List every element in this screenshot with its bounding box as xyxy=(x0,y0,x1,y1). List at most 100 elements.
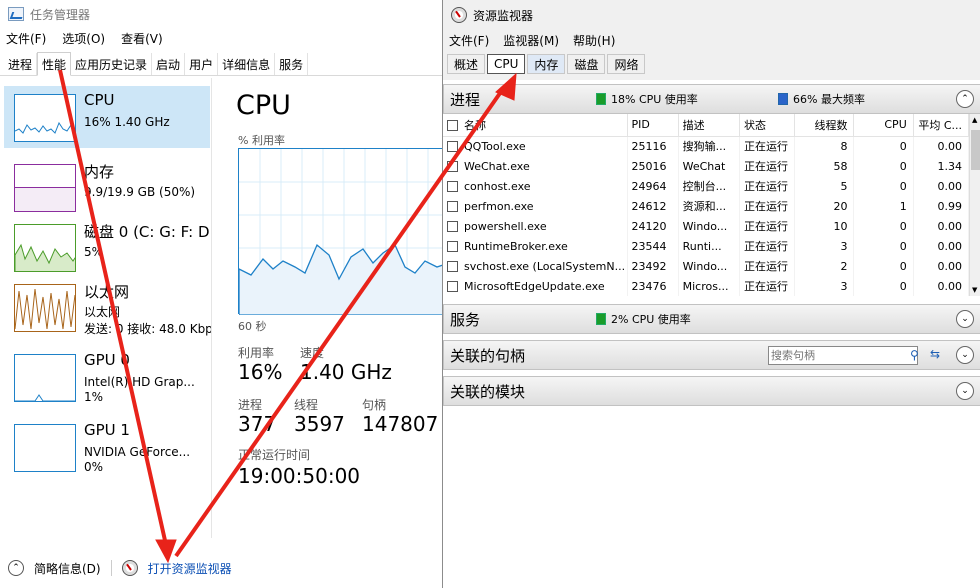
rm-tab-memory[interactable]: 内存 xyxy=(527,54,566,74)
row-checkbox[interactable] xyxy=(447,220,458,232)
cpu-detail-panel: CPU % 利用率 60 秒 利用率 16% 速度 1.40 GHz 进程 37… xyxy=(228,88,442,528)
search-handles-input[interactable] xyxy=(768,346,918,365)
cpu-graph xyxy=(238,148,442,316)
sidebar-ethernet-title: 以太网 xyxy=(84,283,130,301)
col-pid[interactable]: PID xyxy=(627,114,679,137)
row-checkbox[interactable] xyxy=(447,240,458,252)
col-threads[interactable]: 线程数 xyxy=(794,114,855,137)
menu-file[interactable]: 文件(F) xyxy=(6,30,46,47)
expand-handles-icon[interactable]: ⌄ xyxy=(956,346,974,364)
sidebar-gpu1-sub2: 0% xyxy=(84,460,104,474)
cpu-thumbnail xyxy=(14,94,76,142)
rm-menu-monitor[interactable]: 监视器(M) xyxy=(503,32,559,49)
rm-menu-help[interactable]: 帮助(H) xyxy=(573,32,615,49)
processes-scrollbar[interactable]: ▲ ▼ xyxy=(969,114,980,296)
col-status[interactable]: 状态 xyxy=(739,114,796,137)
rm-tab-network[interactable]: 网络 xyxy=(607,54,646,74)
col-desc[interactable]: 描述 xyxy=(678,114,740,137)
processes-title: 进程 xyxy=(450,90,481,109)
tab-services[interactable]: 服务 xyxy=(275,53,309,75)
rm-menu-file[interactable]: 文件(F) xyxy=(449,32,489,49)
green-square-icon xyxy=(596,93,606,105)
chevron-up-icon[interactable]: ⌃ xyxy=(8,560,24,576)
speed-value: 1.40 GHz xyxy=(300,360,392,384)
fewer-details-button[interactable]: 简略信息(D) xyxy=(34,560,101,577)
scroll-down-icon[interactable]: ▼ xyxy=(972,286,977,294)
modules-section: 关联的模块 ⌄ xyxy=(443,376,980,406)
table-row[interactable]: WeChat.exe 25016 WeChat 正在运行 58 0 1.34 xyxy=(443,156,970,176)
processes-header[interactable]: 进程 18% CPU 使用率 66% 最大频率 ⌃ xyxy=(443,84,980,114)
open-resource-monitor-link[interactable]: 打开资源监视器 xyxy=(148,560,232,577)
tab-users[interactable]: 用户 xyxy=(185,53,219,75)
table-row[interactable]: MicrosoftEdgeUpdate.exe 23476 Micros... 正在… xyxy=(443,276,970,296)
row-checkbox[interactable] xyxy=(447,280,458,292)
modules-header[interactable]: 关联的模块 ⌄ xyxy=(443,376,980,406)
rm-tab-disk[interactable]: 磁盘 xyxy=(567,54,606,74)
task-manager-menu: 文件(F) 选项(O) 查看(V) xyxy=(6,30,163,47)
row-checkbox[interactable] xyxy=(447,180,458,192)
processes-cpu-usage: 18% CPU 使用率 xyxy=(611,93,698,106)
scroll-up-icon[interactable]: ▲ xyxy=(972,116,977,124)
resource-monitor-tabs: 概述 CPU 内存 磁盘 网络 xyxy=(443,54,980,76)
collapse-processes-icon[interactable]: ⌃ xyxy=(956,90,974,108)
uptime-value: 19:00:50:00 xyxy=(238,464,361,488)
task-manager-tabs: 进程 性能 应用历史记录 启动 用户 详细信息 服务 xyxy=(0,52,442,76)
processes-freq-stat: 66% 最大频率 xyxy=(778,91,865,107)
processes-section: 进程 18% CPU 使用率 66% 最大频率 ⌃ 名称 PID 描述 状态 线… xyxy=(443,84,980,296)
sidebar-item-cpu[interactable]: CPU 16% 1.40 GHz xyxy=(4,86,210,148)
table-row[interactable]: RuntimeBroker.exe 23544 Runti... 正在运行 3 0 0.… xyxy=(443,236,970,256)
row-checkbox[interactable] xyxy=(447,200,458,212)
menu-options[interactable]: 选项(O) xyxy=(62,30,105,47)
processes-table: 名称 PID 描述 状态 线程数 CPU 平均 C... QQTool.exe … xyxy=(443,114,970,296)
search-icon[interactable]: ⚲ xyxy=(910,348,919,362)
table-row[interactable]: svchost.exe (LocalSystemN... 23492 Windo.… xyxy=(443,256,970,276)
services-cpu-usage: 2% CPU 使用率 xyxy=(611,313,691,326)
resource-monitor-app-icon xyxy=(451,7,467,23)
task-manager-window: 任务管理器 文件(F) 选项(O) 查看(V) 进程 性能 应用历史记录 启动 … xyxy=(0,0,442,588)
uptime-label: 正常运行时间 xyxy=(238,448,311,462)
sidebar-cpu-title: CPU xyxy=(84,91,115,109)
tab-app-history[interactable]: 应用历史记录 xyxy=(71,53,153,75)
util-label: 利用率 xyxy=(238,346,275,360)
row-checkbox[interactable] xyxy=(447,160,458,172)
proc-value: 377 xyxy=(238,412,277,436)
thread-value: 3597 xyxy=(294,412,345,436)
col-cpu[interactable]: CPU xyxy=(853,114,914,137)
utilization-label: % 利用率 xyxy=(238,134,285,147)
services-cpu-stat: 2% CPU 使用率 xyxy=(596,311,691,327)
tab-startup[interactable]: 启动 xyxy=(152,53,186,75)
tab-performance[interactable]: 性能 xyxy=(37,52,72,76)
sidebar-item-gpu1[interactable]: GPU 1 NVIDIA GeForce... 0% xyxy=(4,416,210,478)
tab-details[interactable]: 详细信息 xyxy=(218,53,276,75)
table-row[interactable]: conhost.exe 24964 控制台... 正在运行 5 0 0.00 xyxy=(443,176,970,196)
row-checkbox[interactable] xyxy=(447,260,458,272)
table-row[interactable]: perfmon.exe 24612 资源和... 正在运行 20 1 0.99 xyxy=(443,196,970,216)
table-row[interactable]: QQTool.exe 25116 搜狗输... 正在运行 8 0 0.00 xyxy=(443,136,970,156)
menu-view[interactable]: 查看(V) xyxy=(121,30,163,47)
sidebar-gpu0-sub: Intel(R) HD Grap... xyxy=(84,375,195,389)
sidebar-item-disk[interactable]: 磁盘 0 (C: G: F: D 5% xyxy=(4,216,210,278)
services-section: 服务 2% CPU 使用率 ⌄ xyxy=(443,304,980,334)
sidebar-item-gpu0[interactable]: GPU 0 Intel(R) HD Grap... 1% xyxy=(4,346,210,408)
handle-value: 147807 xyxy=(362,412,439,436)
col-name[interactable]: 名称 xyxy=(443,114,628,137)
expand-services-icon[interactable]: ⌄ xyxy=(956,310,974,328)
expand-modules-icon[interactable]: ⌄ xyxy=(956,382,974,400)
tab-processes[interactable]: 进程 xyxy=(4,53,38,75)
speed-label: 速度 xyxy=(300,346,325,360)
scrollbar-thumb[interactable] xyxy=(971,130,980,170)
services-header[interactable]: 服务 2% CPU 使用率 ⌄ xyxy=(443,304,980,334)
select-all-checkbox[interactable] xyxy=(447,119,458,131)
sidebar-item-ethernet[interactable]: 以太网 以太网 发送: 0 接收: 48.0 Kbp xyxy=(4,276,211,338)
rm-tab-overview[interactable]: 概述 xyxy=(447,54,486,74)
sidebar-item-memory[interactable]: 内存 9.9/19.9 GB (50%) xyxy=(4,156,210,218)
rm-tab-cpu[interactable]: CPU xyxy=(487,54,526,74)
col-avg-cpu[interactable]: 平均 C... xyxy=(913,114,970,137)
table-row[interactable]: powershell.exe 24120 Windo... 正在运行 10 0 0.00 xyxy=(443,216,970,236)
refresh-icon[interactable]: ⇆ xyxy=(930,347,940,361)
row-checkbox[interactable] xyxy=(447,140,458,152)
handles-header[interactable]: 关联的句柄 ⚲ ⇆ ⌄ xyxy=(443,340,980,370)
performance-sidebar: CPU 16% 1.40 GHz 内存 9.9/19.9 GB (50%) 磁盘… xyxy=(0,78,212,538)
sidebar-ethernet-sub: 以太网 xyxy=(84,305,121,319)
handles-title: 关联的句柄 xyxy=(450,346,526,365)
